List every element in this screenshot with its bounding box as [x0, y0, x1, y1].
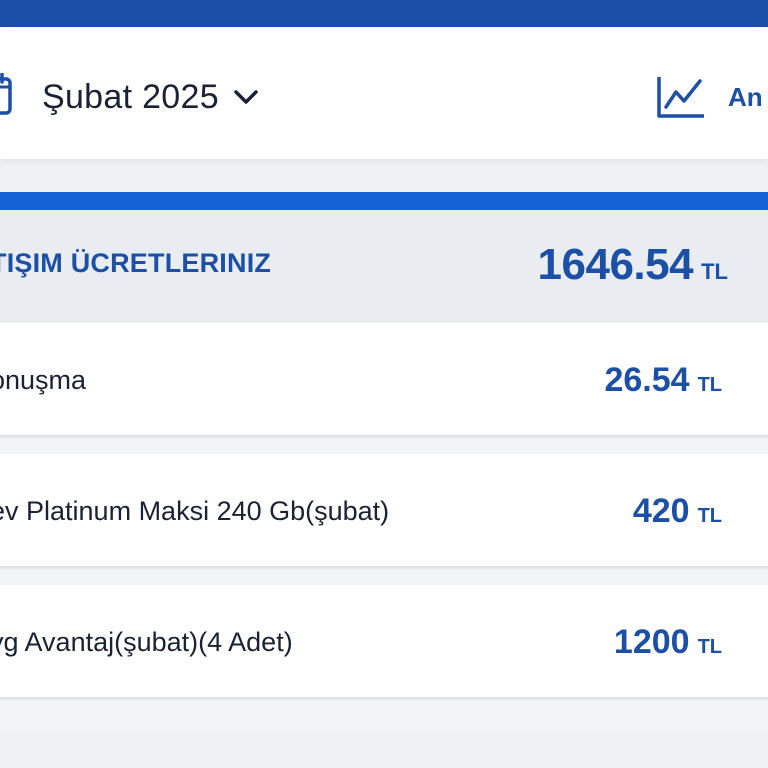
currency-label: TL: [697, 374, 722, 396]
period-header: Şubat 2025 An: [0, 27, 768, 159]
total-summary-row[interactable]: TIŞIM ÜCRETLERINIZ 1646.54 TL: [0, 210, 768, 322]
charge-label: ev Platinum Maksi 240 Gb(şubat): [0, 496, 390, 526]
charge-row[interactable]: onuşma 26.54 TL: [0, 323, 768, 435]
calendar-icon[interactable]: [0, 72, 12, 117]
month-selector[interactable]: Şubat 2025: [42, 71, 259, 123]
month-label: Şubat 2025: [42, 77, 219, 116]
charge-value: 1200: [613, 623, 690, 661]
summary-title: TIŞIM ÜCRETLERINIZ: [0, 248, 272, 278]
top-status-bar: [0, 0, 768, 27]
analysis-label: An: [728, 81, 763, 112]
charge-value: 26.54: [604, 361, 690, 399]
currency-label: TL: [697, 636, 722, 658]
charge-value: 420: [632, 492, 690, 530]
charge-amount: 1200 TL: [614, 623, 722, 662]
line-chart-icon: [656, 75, 706, 119]
charge-amount: 26.54 TL: [604, 361, 722, 400]
charge-label: onuşma: [0, 365, 87, 395]
total-amount: 1646.54 TL: [538, 240, 728, 290]
invoice-card: TIŞIM ÜCRETLERINIZ 1646.54 TL onuşma 26.…: [0, 192, 768, 732]
chevron-down-icon: [233, 89, 259, 105]
charge-label: yg Avantaj(şubat)(4 Adet): [0, 627, 293, 657]
total-value: 1646.54: [537, 240, 694, 289]
currency-label: TL: [701, 259, 728, 284]
charge-row[interactable]: yg Avantaj(şubat)(4 Adet) 1200 TL: [0, 585, 768, 697]
analysis-link[interactable]: An: [656, 71, 763, 123]
currency-label: TL: [697, 505, 722, 527]
charge-row[interactable]: ev Platinum Maksi 240 Gb(şubat) 420 TL: [0, 454, 768, 566]
charge-amount: 420 TL: [633, 492, 722, 531]
